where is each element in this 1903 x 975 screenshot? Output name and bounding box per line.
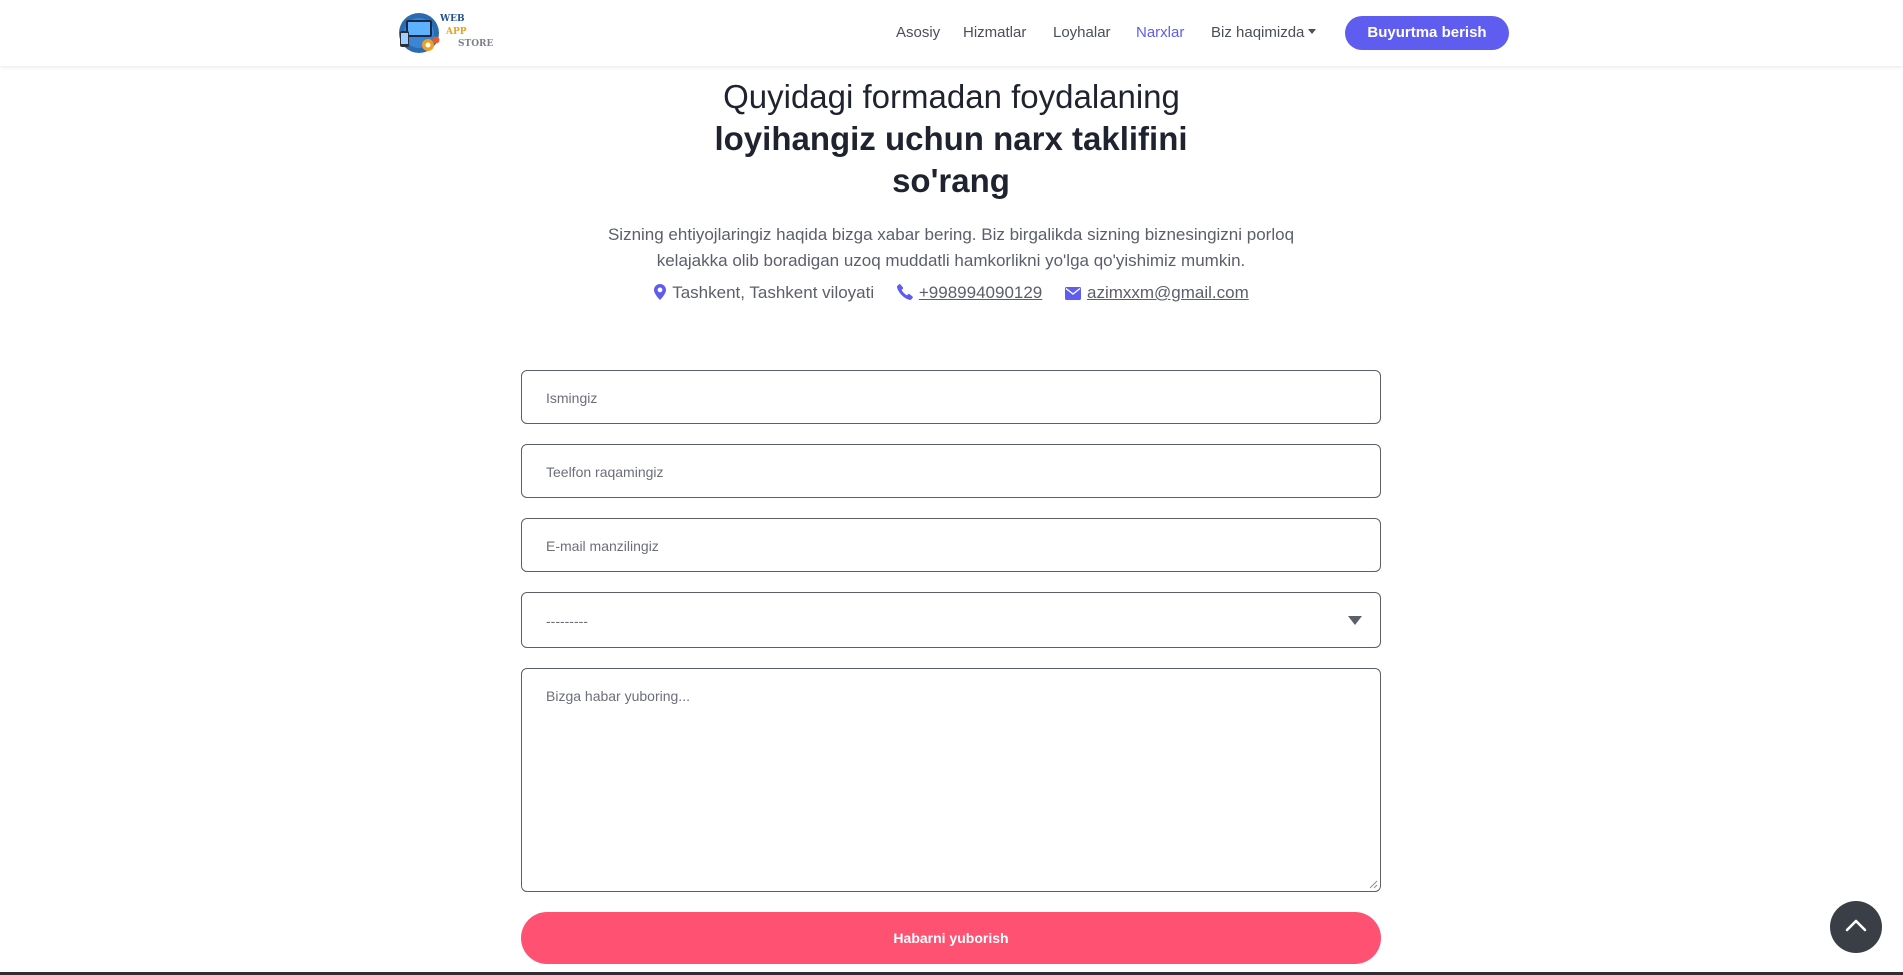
message-placeholder: Bizga habar yuboring...	[546, 688, 690, 704]
contact-email: azimxxm@gmail.com	[1065, 281, 1249, 305]
nav-link-narxlar[interactable]: Narxlar	[1136, 22, 1184, 44]
nav-link-hizmatlar[interactable]: Hizmatlar	[963, 22, 1026, 44]
nav-dropdown-biz-haqimizda[interactable]: Biz haqimizda	[1211, 22, 1317, 44]
chevron-down-icon	[1348, 616, 1362, 625]
email-input[interactable]: E-mail manzilingiz	[521, 518, 1381, 572]
email-placeholder: E-mail manzilingiz	[546, 538, 659, 554]
site-logo[interactable]: WEB APP STORE	[396, 9, 494, 55]
location-text: Tashkent, Tashkent viloyati	[672, 283, 875, 302]
chevron-up-icon	[1845, 919, 1867, 932]
email-link[interactable]: azimxxm@gmail.com	[1087, 283, 1249, 302]
message-textarea[interactable]: Bizga habar yuboring...	[521, 668, 1381, 892]
order-button[interactable]: Buyurtma berish	[1345, 16, 1509, 50]
phone-input[interactable]: Teelfon raqamingiz	[521, 444, 1381, 498]
logo-text-app: APP	[446, 27, 467, 37]
page-title-line1: Quyidagi formadan foydalaning	[723, 78, 1180, 115]
map-marker-icon	[654, 284, 667, 300]
name-placeholder: Ismingiz	[546, 390, 598, 406]
select-value: ---------	[546, 613, 588, 629]
navbar: WEB APP STORE Asosiy Hizmatlar Loyhalar …	[0, 0, 1903, 66]
phone-placeholder: Teelfon raqamingiz	[546, 464, 664, 480]
envelope-icon	[1065, 287, 1081, 300]
phone-icon	[896, 284, 913, 300]
contact-phone: +998994090129	[896, 281, 1042, 305]
submit-button[interactable]: Habarni yuborish	[521, 912, 1381, 964]
nav-link-biz-haqimizda-label: Biz haqimizda	[1211, 24, 1305, 41]
phone-link[interactable]: +998994090129	[919, 283, 1042, 302]
resize-grip-icon[interactable]	[1368, 879, 1378, 889]
nav-link-asosiy[interactable]: Asosiy	[896, 22, 940, 44]
page-title-line2: loyihangiz uchun narx taklifini so'rang	[714, 120, 1188, 199]
dropdown-caret-icon	[1308, 29, 1317, 35]
service-select[interactable]: ---------	[521, 592, 1381, 648]
name-input[interactable]: Ismingiz	[521, 370, 1381, 424]
contact-info: Tashkent, Tashkent viloyati +99899409012…	[0, 281, 1903, 305]
hero-description: Sizning ehtiyojlaringiz haqida bizga xab…	[607, 225, 1295, 270]
nav-link-loyhalar[interactable]: Loyhalar	[1053, 22, 1111, 44]
logo-text-store: STORE	[458, 39, 494, 49]
scroll-to-top-button[interactable]	[1830, 901, 1882, 953]
logo-text-web: WEB	[440, 14, 465, 24]
contact-location: Tashkent, Tashkent viloyati	[654, 281, 874, 305]
